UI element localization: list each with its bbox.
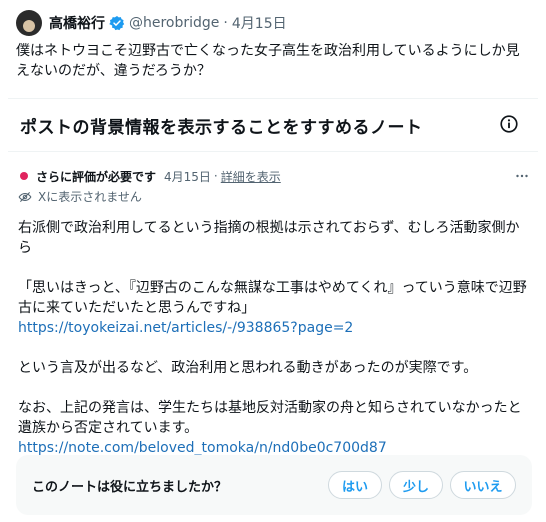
note-body: 右派側で政治利用してるという指摘の根拠は示されておらず、むしろ活動家側から 「思… — [18, 218, 532, 458]
post-date[interactable]: 4月15日 — [232, 13, 287, 33]
feedback-question: このノートは役に立ちましたか？ — [32, 479, 228, 495]
eye-off-icon — [18, 191, 32, 202]
note-quote: 「思いはきっと、『辺野古のこんな無謀な工事はやめてくれ』っていう意味で辺野古に来… — [18, 280, 527, 316]
visibility-status: Xに表示されません — [18, 188, 142, 205]
author-name[interactable]: 高橋裕行 — [49, 13, 105, 33]
feedback-yes-button[interactable]: はい — [328, 471, 382, 499]
meta-separator: · — [213, 169, 218, 183]
note-banner-title: ポストの背景情報を表示することをすすめるノート — [20, 117, 423, 138]
feedback-somewhat-button[interactable]: 少し — [389, 471, 443, 499]
handle[interactable]: @herobridge — [129, 15, 219, 31]
note-paragraph-1: 右派側で政治利用してるという指摘の根拠は示されておらず、むしろ活動家側から — [18, 220, 520, 256]
verified-badge-icon — [109, 16, 125, 31]
post-header: 高橋裕行 @herobridge · 4月15日 — [16, 6, 530, 40]
post-text: 僕はネトウヨこそ辺野古で亡くなった女子高生を政治利用しているようにしか見えないの… — [16, 43, 520, 79]
note-status: さらに評価が必要です — [36, 169, 157, 184]
avatar[interactable] — [16, 10, 42, 36]
status-dot-icon — [20, 172, 28, 180]
note-link-1[interactable]: https://toyokeizai.net/articles/-/938865… — [18, 318, 532, 338]
feedback-box: このノートは役に立ちましたか？ はい 少し いいえ — [16, 455, 532, 515]
header-separator: · — [223, 15, 228, 31]
note-date: 4月15日 — [164, 169, 211, 184]
feedback-no-button[interactable]: いいえ — [450, 471, 516, 499]
info-icon[interactable] — [498, 113, 520, 135]
note-paragraph-3: なお、上記の発言は、学生たちは基地反対活動家の舟と知らされていなかったと遺族から… — [18, 400, 522, 436]
note-meta: さらに評価が必要です 4月15日 · 詳細を表示 — [16, 167, 532, 185]
more-options-icon[interactable] — [512, 167, 532, 185]
note-paragraph-2: という言及が出るなど、政治利用と思われる動きがあったのが実際です。 — [18, 360, 478, 376]
note-banner: ポストの背景情報を表示することをすすめるノート — [8, 98, 538, 152]
visibility-text: Xに表示されません — [38, 190, 142, 204]
details-link[interactable]: 詳細を表示 — [221, 168, 281, 185]
